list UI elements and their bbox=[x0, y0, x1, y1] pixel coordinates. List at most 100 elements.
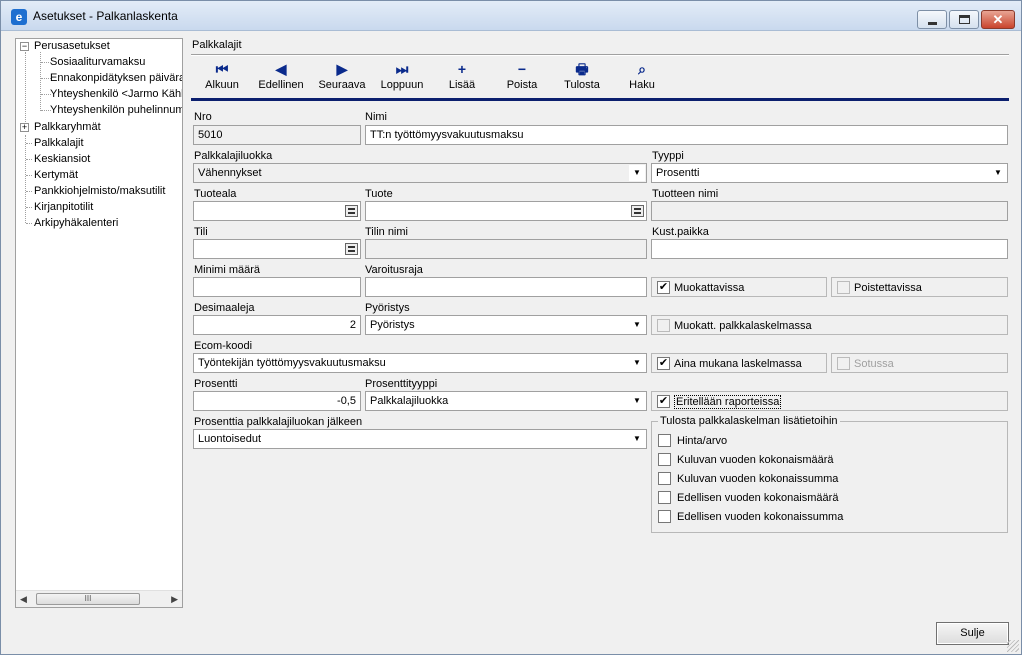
tuoteala-label: Tuoteala bbox=[194, 188, 237, 200]
tree-item-palkkaryhmat[interactable]: Palkkaryhmät bbox=[34, 121, 101, 133]
tree-item-yhteyshenkilon-puhelin[interactable]: Yhteyshenkilön puhelinnum bbox=[50, 104, 182, 116]
checkbox-icon[interactable] bbox=[658, 434, 671, 447]
resize-grip-icon[interactable] bbox=[1007, 640, 1019, 652]
muokattavissa-checkbox[interactable]: ✔ Muokattavissa bbox=[651, 277, 827, 297]
tree-horizontal-scrollbar[interactable]: ◀ III ▶ bbox=[16, 590, 182, 607]
flashlight-icon: ⌕ bbox=[638, 61, 646, 77]
prosenttia-jalkeen-label: Prosenttia palkkalajiluokan jälkeen bbox=[194, 416, 363, 428]
tree-item-pankkiohjelmisto[interactable]: Pankkiohjelmisto/maksutilit bbox=[34, 185, 165, 197]
close-dialog-button[interactable]: Sulje bbox=[936, 622, 1009, 645]
varoitusraja-field[interactable] bbox=[365, 277, 647, 297]
maximize-button[interactable] bbox=[949, 10, 979, 29]
print-button[interactable]: 🖶 Tulosta bbox=[552, 59, 612, 97]
kuluvan-maara-label: Kuluvan vuoden kokonaismäärä bbox=[677, 454, 834, 466]
poistettavissa-label: Poistettavissa bbox=[854, 282, 922, 294]
chevron-down-icon[interactable]: ▼ bbox=[629, 431, 645, 447]
minimize-button[interactable] bbox=[917, 10, 947, 29]
aina-mukana-label: Aina mukana laskelmassa bbox=[674, 358, 802, 370]
close-button[interactable]: ✕ bbox=[981, 10, 1015, 29]
next-label: Seuraava bbox=[318, 79, 366, 91]
tree-item-kirjanpitotilit[interactable]: Kirjanpitotilit bbox=[34, 201, 93, 213]
tree-connector bbox=[26, 207, 32, 208]
tuote-field[interactable] bbox=[365, 201, 647, 221]
checkbox-icon[interactable] bbox=[658, 510, 671, 523]
title-bar[interactable]: e Asetukset - Palkanlaskenta ✕ bbox=[1, 1, 1021, 31]
nro-label: Nro bbox=[194, 111, 212, 123]
checkbox-icon[interactable] bbox=[658, 472, 671, 485]
tyyppi-select[interactable]: Prosentti ▼ bbox=[651, 163, 1008, 183]
palkkalajiluokka-select[interactable]: Vähennykset ▼ bbox=[193, 163, 647, 183]
hinta-arvo-label: Hinta/arvo bbox=[677, 435, 728, 447]
expand-icon[interactable]: + bbox=[20, 123, 29, 132]
scroll-left-icon[interactable]: ◀ bbox=[20, 594, 27, 605]
collapse-icon[interactable]: − bbox=[20, 42, 29, 51]
first-record-button[interactable]: ⏮ Alkuun bbox=[192, 59, 252, 97]
previous-record-button[interactable]: ◀ Edellinen bbox=[251, 59, 311, 97]
tuoteala-field[interactable] bbox=[193, 201, 361, 221]
chevron-down-icon[interactable]: ▼ bbox=[990, 165, 1006, 181]
checkbox-checked-icon[interactable]: ✔ bbox=[657, 357, 670, 370]
checkbox-checked-icon[interactable]: ✔ bbox=[657, 281, 670, 294]
tree-item-keskiansiot[interactable]: Keskiansiot bbox=[34, 153, 90, 165]
prosentti-field[interactable]: -0,5 bbox=[193, 391, 361, 411]
lookup-icon[interactable] bbox=[631, 205, 644, 217]
checkbox-icon[interactable] bbox=[657, 319, 670, 332]
scroll-thumb[interactable]: III bbox=[36, 593, 140, 605]
chevron-down-icon[interactable]: ▼ bbox=[629, 393, 645, 409]
checkbox-disabled-icon bbox=[837, 357, 850, 370]
tree-connector bbox=[26, 175, 32, 176]
add-button[interactable]: + Lisää bbox=[432, 59, 492, 97]
chevron-down-icon[interactable]: ▼ bbox=[629, 317, 645, 333]
muokatt-palkkalaskelmassa-checkbox[interactable]: Muokatt. palkkalaskelmassa bbox=[651, 315, 1008, 335]
delete-label: Poista bbox=[506, 79, 538, 91]
pyoristys-select[interactable]: Pyöristys ▼ bbox=[365, 315, 647, 335]
kuluvan-summa-label: Kuluvan vuoden kokonaissumma bbox=[677, 473, 839, 485]
edellisen-summa-label: Edellisen vuoden kokonaissumma bbox=[677, 511, 844, 523]
checkbox-checked-icon[interactable]: ✔ bbox=[657, 395, 670, 408]
desimaaleja-label: Desimaaleja bbox=[194, 302, 255, 314]
ecom-select[interactable]: Työntekijän työttömyysvakuutusmaksu ▼ bbox=[193, 353, 647, 373]
muokattavissa-label: Muokattavissa bbox=[674, 282, 745, 294]
prosenttia-jalkeen-select[interactable]: Luontoisedut ▼ bbox=[193, 429, 647, 449]
tree-item-sosiaaliturvamaksu[interactable]: Sosiaaliturvamaksu bbox=[50, 56, 145, 68]
aina-mukana-checkbox[interactable]: ✔ Aina mukana laskelmassa bbox=[651, 353, 827, 373]
tree-item-palkkalajit[interactable]: Palkkalajit bbox=[34, 137, 84, 149]
tili-field[interactable] bbox=[193, 239, 361, 259]
scroll-right-icon[interactable]: ▶ bbox=[171, 594, 178, 605]
tree-item-yhteyshenkilo[interactable]: Yhteyshenkilö <Jarmo Kähk bbox=[50, 88, 182, 100]
tree-item-arkipyhakalenteri[interactable]: Arkipyhäkalenteri bbox=[34, 217, 118, 229]
toolbar-divider bbox=[191, 98, 1009, 101]
tree-connector bbox=[26, 159, 32, 160]
checkbox-icon[interactable] bbox=[658, 453, 671, 466]
previous-icon: ◀ bbox=[275, 61, 287, 77]
tree-connector bbox=[40, 52, 41, 111]
printer-icon: 🖶 bbox=[575, 61, 589, 77]
delete-button[interactable]: − Poista bbox=[492, 59, 552, 97]
lookup-icon[interactable] bbox=[345, 243, 358, 255]
chevron-down-icon[interactable]: ▼ bbox=[629, 165, 645, 181]
add-label: Lisää bbox=[448, 79, 476, 91]
prosenttityyppi-select[interactable]: Palkkalajiluokka ▼ bbox=[365, 391, 647, 411]
checkbox-icon[interactable] bbox=[658, 491, 671, 504]
app-e-icon: e bbox=[11, 9, 27, 25]
muokatt-palkkalaskelmassa-label: Muokatt. palkkalaskelmassa bbox=[674, 320, 812, 332]
minimi-field[interactable] bbox=[193, 277, 361, 297]
prosentti-label: Prosentti bbox=[194, 378, 238, 390]
nimi-field[interactable]: TT:n työttömyysvakuutusmaksu bbox=[365, 125, 1008, 145]
eritellaan-checkbox[interactable]: ✔ Eritellään raporteissa bbox=[651, 391, 1008, 411]
chevron-down-icon[interactable]: ▼ bbox=[629, 355, 645, 371]
kustpaikka-field[interactable] bbox=[651, 239, 1008, 259]
poistettavissa-checkbox[interactable]: Poistettavissa bbox=[831, 277, 1008, 297]
desimaaleja-field[interactable]: 2 bbox=[193, 315, 361, 335]
settings-tree[interactable]: − Perusasetukset Sosiaaliturvamaksu Enna… bbox=[15, 38, 183, 608]
tree-item-ennakonpidatys[interactable]: Ennakonpidätyksen päivära bbox=[50, 72, 182, 84]
tree-item-kertymat[interactable]: Kertymät bbox=[34, 169, 78, 181]
varoitusraja-label: Varoitusraja bbox=[365, 264, 423, 276]
search-button[interactable]: ⌕ Haku bbox=[612, 59, 672, 97]
tree-item-perusasetukset[interactable]: Perusasetukset bbox=[34, 40, 110, 52]
next-record-button[interactable]: ▶ Seuraava bbox=[312, 59, 372, 97]
minimi-label: Minimi määrä bbox=[194, 264, 261, 276]
last-record-button[interactable]: ⏭ Loppuun bbox=[372, 59, 432, 97]
checkbox-icon[interactable] bbox=[837, 281, 850, 294]
lookup-icon[interactable] bbox=[345, 205, 358, 217]
